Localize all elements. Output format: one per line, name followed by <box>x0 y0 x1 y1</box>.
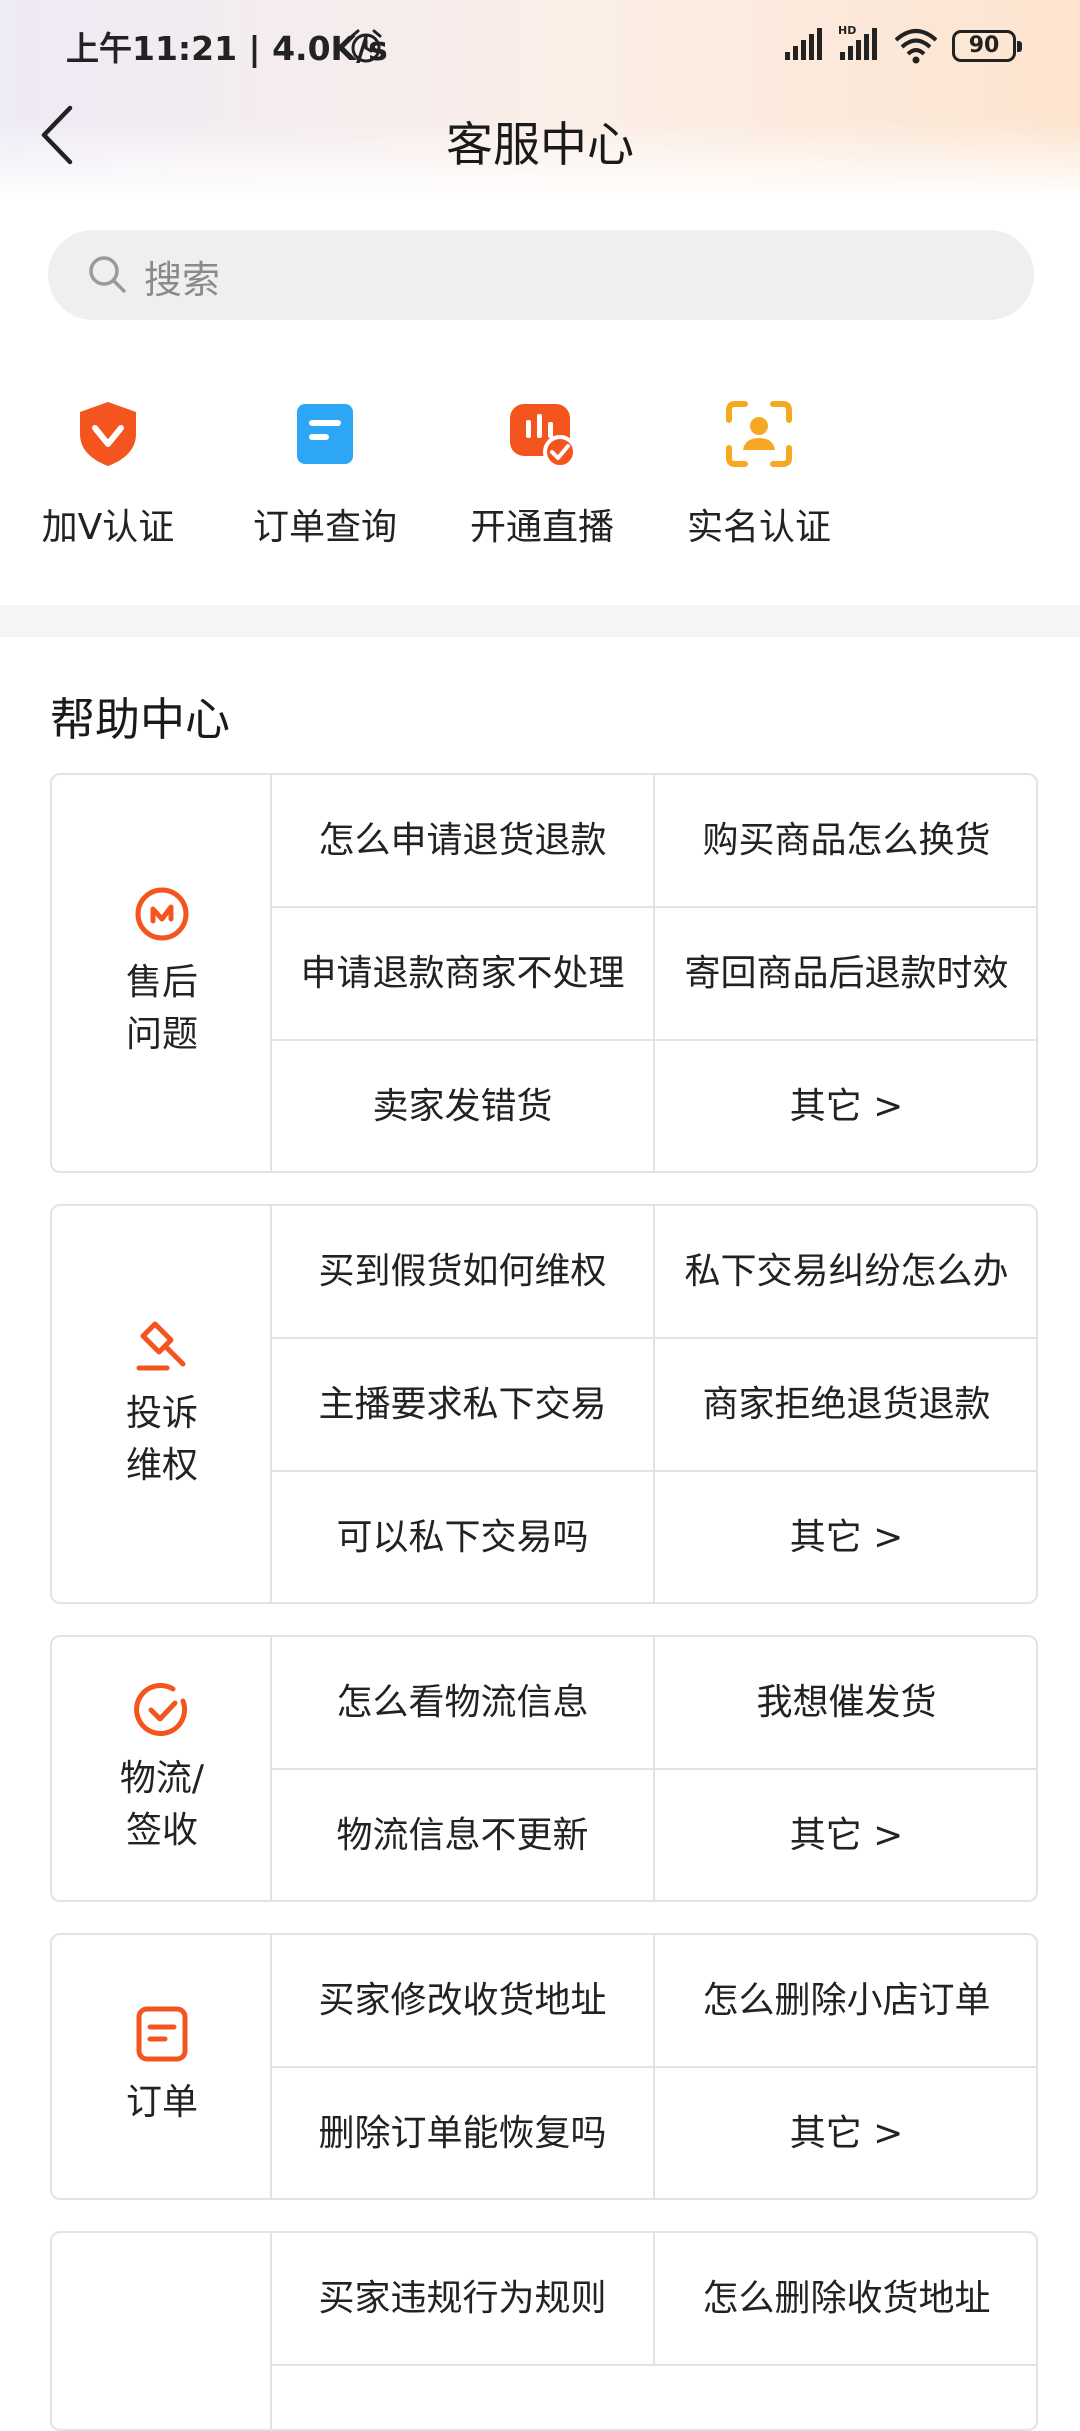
question-link[interactable]: 我想催发货 <box>655 1637 1036 1768</box>
help-category-after-sales: 售后 问题 怎么申请退货退款 购买商品怎么换货 申请退款商家不处理 寄回商品后退… <box>50 773 1038 1173</box>
order-icon <box>136 2006 188 2061</box>
quick-action-v-verify[interactable]: 加V认证 <box>8 390 208 570</box>
category-cell[interactable] <box>52 2233 272 2429</box>
quick-action-order-query[interactable]: 订单查询 <box>225 390 425 570</box>
question-link[interactable]: 怎么删除收货地址 <box>655 2233 1036 2364</box>
question-link[interactable]: 可以私下交易吗 <box>272 1472 655 1602</box>
question-link[interactable]: 买到假货如何维权 <box>272 1206 655 1337</box>
question-link[interactable]: 怎么看物流信息 <box>272 1637 655 1768</box>
question-row: 主播要求私下交易 商家拒绝退货退款 <box>272 1339 1036 1472</box>
quick-action-label: 加V认证 <box>41 507 175 548</box>
help-category-partial: 买家违规行为规则 怎么删除收货地址 <box>50 2231 1038 2431</box>
search-icon <box>89 256 126 293</box>
document-icon <box>297 404 353 464</box>
more-link[interactable]: 其它 > <box>655 2068 1036 2198</box>
category-label: 售后 <box>125 962 198 1003</box>
hd-signal-icon: HD <box>838 24 877 60</box>
quick-action-real-name[interactable]: 实名认证 <box>659 390 859 570</box>
question-link[interactable]: 申请退款商家不处理 <box>272 908 655 1039</box>
status-bar: 上午11:21 | 4.0K/s HD 90 <box>0 0 1080 92</box>
after-sales-icon <box>135 887 189 941</box>
more-link[interactable]: 其它 > <box>655 1041 1036 1171</box>
question-link[interactable]: 物流信息不更新 <box>272 1770 655 1900</box>
question-row: 怎么看物流信息 我想催发货 <box>272 1637 1036 1770</box>
question-link[interactable]: 私下交易纠纷怎么办 <box>655 1206 1036 1337</box>
gavel-icon <box>136 1321 186 1371</box>
section-divider <box>0 605 1080 637</box>
quick-actions: 加V认证 订单查询 开通直播 实名认证 <box>0 390 1080 570</box>
quick-action-label: 开通直播 <box>469 507 614 548</box>
v-badge-icon <box>80 402 136 466</box>
page-title: 客服中心 <box>446 118 634 173</box>
question-row: 申请退款商家不处理 寄回商品后退款时效 <box>272 908 1036 1041</box>
more-link[interactable]: 其它 > <box>655 1472 1036 1602</box>
svg-text:HD: HD <box>838 24 856 37</box>
help-category-orders: 订单 买家修改收货地址 怎么删除小店订单 删除订单能恢复吗 其它 > <box>50 1933 1038 2200</box>
wifi-icon <box>894 29 938 64</box>
question-row: 卖家发错货 其它 > <box>272 1041 1036 1171</box>
question-link[interactable]: 寄回商品后退款时效 <box>655 908 1036 1039</box>
question-link[interactable]: 买家违规行为规则 <box>272 2233 655 2364</box>
alarm-icon <box>350 29 382 63</box>
battery-indicator: 90 <box>952 30 1022 62</box>
quick-action-open-live[interactable]: 开通直播 <box>442 390 642 570</box>
search-input[interactable]: 搜索 <box>48 230 1034 320</box>
quick-action-label: 订单查询 <box>252 507 397 548</box>
help-category-complaints: 投诉 维权 买到假货如何维权 私下交易纠纷怎么办 主播要求私下交易 商家拒绝退货… <box>50 1204 1038 1604</box>
search-placeholder: 搜索 <box>144 258 221 302</box>
cellular-signal-icon <box>785 28 822 60</box>
question-link[interactable]: 购买商品怎么换货 <box>655 775 1036 906</box>
question-row: 买到假货如何维权 私下交易纠纷怎么办 <box>272 1206 1036 1339</box>
category-label: 物流/ <box>119 1757 205 1799</box>
category-cell[interactable]: 投诉 维权 <box>52 1206 272 1602</box>
more-link[interactable]: 其它 > <box>655 1770 1036 1900</box>
category-label: 投诉 <box>125 1393 198 1434</box>
question-row: 怎么申请退货退款 购买商品怎么换货 <box>272 775 1036 908</box>
question-link[interactable]: 删除订单能恢复吗 <box>272 2068 655 2198</box>
help-category-logistics: 物流/ 签收 怎么看物流信息 我想催发货 物流信息不更新 其它 > <box>50 1635 1038 1902</box>
category-cell[interactable]: 物流/ 签收 <box>52 1637 272 1900</box>
check-circle-icon <box>134 1682 188 1736</box>
category-label: 订单 <box>125 2081 198 2123</box>
face-scan-icon <box>726 401 792 467</box>
question-link[interactable]: 商家拒绝退货退款 <box>655 1339 1036 1470</box>
question-row: 买家违规行为规则 怎么删除收货地址 <box>272 2233 1036 2366</box>
category-label: 问题 <box>125 1014 198 1055</box>
help-center-title: 帮助中心 <box>50 693 231 746</box>
question-link[interactable]: 卖家发错货 <box>272 1041 655 1171</box>
question-row: 删除订单能恢复吗 其它 > <box>272 2068 1036 2198</box>
question-link[interactable]: 买家修改收货地址 <box>272 1935 655 2066</box>
category-label: 签收 <box>125 1809 198 1851</box>
navigation-bar: 客服中心 <box>0 92 1080 178</box>
category-label: 维权 <box>125 1445 198 1486</box>
question-link[interactable]: 主播要求私下交易 <box>272 1339 655 1470</box>
category-cell[interactable]: 售后 问题 <box>52 775 272 1171</box>
question-link[interactable]: 怎么删除小店订单 <box>655 1935 1036 2066</box>
question-link[interactable]: 怎么申请退货退款 <box>272 775 655 906</box>
question-row: 买家修改收货地址 怎么删除小店订单 <box>272 1935 1036 2068</box>
quick-action-label: 实名认证 <box>686 507 831 548</box>
question-row: 可以私下交易吗 其它 > <box>272 1472 1036 1602</box>
question-row: 物流信息不更新 其它 > <box>272 1770 1036 1900</box>
live-stream-icon <box>510 404 576 468</box>
status-time: 上午11:21 | 4.0K/s <box>66 29 388 68</box>
category-cell[interactable]: 订单 <box>52 1935 272 2198</box>
